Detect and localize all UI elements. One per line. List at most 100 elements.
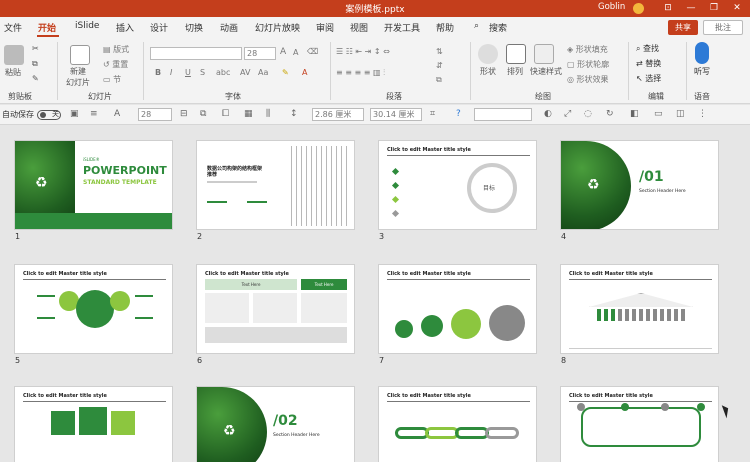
- clear-format-icon[interactable]: ⌫: [307, 47, 318, 56]
- restore-button[interactable]: ❐: [703, 0, 725, 17]
- slide-thumbnail-6[interactable]: Click to edit Master title style Text He…: [196, 264, 355, 354]
- slide-thumbnail-8[interactable]: Click to edit Master title style: [560, 264, 719, 354]
- slide-thumbnail-9[interactable]: Click to edit Master title style: [14, 386, 173, 462]
- align-buttons[interactable]: ≡ ≡ ≡ ≡ ▥ ⫶: [336, 68, 385, 78]
- highlight-icon[interactable]: ✎: [282, 68, 289, 77]
- italic-button[interactable]: I: [170, 68, 172, 77]
- qat-dropdown[interactable]: [474, 108, 532, 121]
- tab-file[interactable]: 文件: [4, 21, 22, 34]
- share-button[interactable]: 共享: [668, 20, 698, 35]
- copy-icon[interactable]: ⧉: [32, 59, 38, 69]
- slide-thumbnail-4[interactable]: ♻ /01 Section Header Here: [560, 140, 719, 230]
- tab-home[interactable]: 开始: [38, 21, 56, 34]
- shadow-icon[interactable]: ◐: [544, 109, 554, 120]
- font-color-button[interactable]: A: [302, 68, 307, 77]
- group-icon[interactable]: ⧠: [222, 109, 232, 120]
- tab-help[interactable]: 帮助: [436, 21, 454, 34]
- height-icon[interactable]: ↕: [290, 109, 300, 120]
- crop-icon[interactable]: ⌗: [430, 109, 440, 120]
- arrange-icon[interactable]: [506, 44, 526, 64]
- grow-font-button[interactable]: A: [280, 47, 286, 57]
- tab-animations[interactable]: 动画: [220, 21, 238, 34]
- distribute-icon[interactable]: ⫼: [266, 109, 276, 120]
- more-icon[interactable]: ⋮: [698, 109, 708, 120]
- minimize-button[interactable]: —: [680, 0, 702, 17]
- new-slide-button[interactable]: 新建: [70, 66, 86, 77]
- tab-review[interactable]: 审阅: [316, 21, 334, 34]
- user-name[interactable]: Goblin: [598, 2, 625, 12]
- microphone-icon[interactable]: [695, 42, 709, 64]
- tab-islide[interactable]: iSlide: [75, 21, 99, 31]
- smartart-icon[interactable]: ⧉: [436, 75, 442, 85]
- cut-icon[interactable]: ✂: [32, 44, 39, 53]
- shape-effects-button[interactable]: ◎ 形状效果: [567, 74, 609, 85]
- change-case-button[interactable]: Aa: [258, 68, 268, 77]
- save-icon[interactable]: ▣: [70, 109, 80, 120]
- slide-thumbnail-2[interactable]: 数据公司构架的结构框架推荐: [196, 140, 355, 230]
- new-slide-label[interactable]: 幻灯片: [66, 77, 90, 88]
- avatar[interactable]: [633, 3, 644, 14]
- tab-search[interactable]: 搜索: [489, 21, 507, 34]
- align-icon[interactable]: ⊟: [180, 109, 190, 120]
- slide-thumbnail-11[interactable]: Click to edit Master title style: [378, 386, 537, 462]
- shape-height-input[interactable]: 2.86 厘米: [312, 108, 364, 121]
- comment-button[interactable]: 批注: [703, 20, 743, 35]
- help-icon[interactable]: ?: [456, 109, 466, 120]
- font-color-icon[interactable]: A: [114, 109, 124, 120]
- shape-fill-button[interactable]: ◈ 形状填充: [567, 44, 608, 55]
- slide-thumbnail-12[interactable]: Click to edit Master title style: [560, 386, 719, 462]
- layout-button[interactable]: ▤ 版式: [103, 44, 129, 55]
- shape-width-input[interactable]: 30.14 厘米: [370, 108, 422, 121]
- ribbon-display-button[interactable]: ⊡: [657, 0, 679, 17]
- arrange-button[interactable]: 排列: [507, 66, 523, 77]
- find-button[interactable]: ⌕ 查找: [636, 43, 659, 54]
- shape-outline-button[interactable]: ▢ 形状轮廓: [567, 59, 609, 70]
- align-text-icon[interactable]: ⇵: [436, 61, 443, 70]
- fill-icon[interactable]: ◧: [630, 109, 640, 120]
- slide-thumbnail-3[interactable]: Click to edit Master title style 目标: [378, 140, 537, 230]
- effects-icon[interactable]: ◫: [676, 109, 686, 120]
- strikethrough-button[interactable]: abc: [216, 68, 230, 77]
- paste-button[interactable]: 粘贴: [5, 67, 21, 78]
- shadow-button[interactable]: S: [200, 68, 205, 77]
- text-direction-icon[interactable]: ⇅: [436, 47, 443, 56]
- reset-button[interactable]: ↺ 重置: [103, 59, 128, 70]
- tab-insert[interactable]: 插入: [116, 21, 134, 34]
- search-icon[interactable]: ⌕: [474, 21, 479, 31]
- paste-icon[interactable]: [4, 45, 24, 65]
- tab-design[interactable]: 设计: [150, 21, 168, 34]
- format-icon[interactable]: ≡: [90, 109, 100, 120]
- shapes-icon[interactable]: [478, 44, 498, 64]
- quick-styles-button[interactable]: 快速样式: [530, 66, 562, 77]
- bring-forward-icon[interactable]: ⧉: [200, 109, 210, 120]
- font-name-input[interactable]: [150, 47, 242, 60]
- select-button[interactable]: ↖ 选择: [636, 73, 661, 84]
- shrink-font-button[interactable]: A: [293, 48, 298, 57]
- underline-button[interactable]: U: [185, 68, 191, 77]
- tab-slideshow[interactable]: 幻灯片放映: [255, 21, 300, 34]
- border-icon[interactable]: ▭: [654, 109, 664, 120]
- arrow-icon[interactable]: ⤢: [564, 109, 574, 120]
- slide-thumbnail-10[interactable]: ♻ /02 Section Header Here: [196, 386, 355, 462]
- qat-font-size-input[interactable]: 28: [138, 108, 172, 121]
- slide-thumbnail-7[interactable]: Click to edit Master title style: [378, 264, 537, 354]
- table-icon[interactable]: ▦: [244, 109, 254, 120]
- outline-icon[interactable]: ◌: [584, 109, 594, 120]
- bullets-button[interactable]: ☰ ☷ ⇤ ⇥ ↕ ⇔: [336, 47, 390, 56]
- font-size-input[interactable]: 28: [244, 47, 276, 60]
- bold-button[interactable]: B: [155, 68, 161, 77]
- shapes-button[interactable]: 形状: [480, 66, 496, 77]
- new-slide-icon[interactable]: [70, 45, 90, 65]
- slide-thumbnail-5[interactable]: Click to edit Master title style: [14, 264, 173, 354]
- close-button[interactable]: ✕: [726, 0, 748, 17]
- tab-developer[interactable]: 开发工具: [384, 21, 420, 34]
- format-painter-icon[interactable]: ✎: [32, 74, 39, 83]
- dictate-button[interactable]: 听写: [694, 66, 710, 77]
- char-spacing-button[interactable]: AV: [240, 68, 250, 77]
- tab-view[interactable]: 视图: [350, 21, 368, 34]
- quick-styles-icon[interactable]: [534, 44, 554, 64]
- section-button[interactable]: ▭ 节: [103, 74, 121, 85]
- tab-transitions[interactable]: 切换: [185, 21, 203, 34]
- replace-button[interactable]: ⇄ 替换: [636, 58, 661, 69]
- rotate-icon[interactable]: ↻: [606, 109, 616, 120]
